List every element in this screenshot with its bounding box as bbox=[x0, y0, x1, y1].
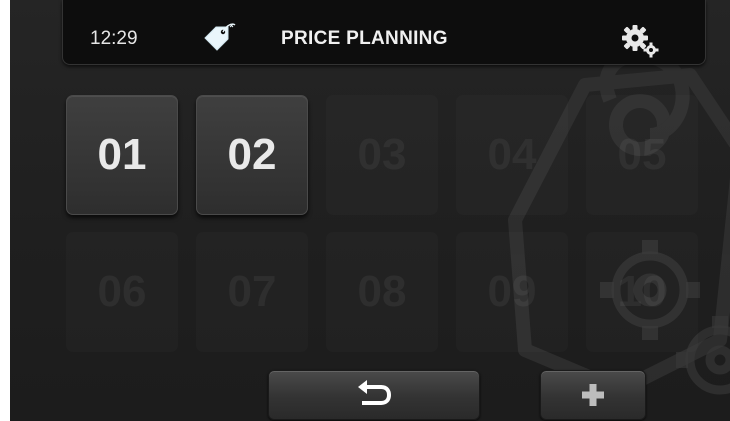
page-title: PRICE PLANNING bbox=[281, 28, 448, 49]
slot-05-button: 05 bbox=[617, 130, 667, 179]
slot-02-button[interactable]: 02 bbox=[196, 95, 308, 215]
slot-10-button: 10 bbox=[617, 267, 667, 316]
price-tag-icon bbox=[204, 23, 236, 51]
slot-07-button: 07 bbox=[227, 267, 277, 316]
back-arrow-icon bbox=[358, 380, 392, 405]
header-bar: 12:29 PRICE PLANNING bbox=[62, 0, 706, 65]
add-button[interactable] bbox=[540, 370, 646, 420]
back-button[interactable] bbox=[268, 370, 480, 420]
plus-icon bbox=[582, 384, 604, 406]
slot-08-button: 08 bbox=[357, 267, 407, 316]
slot-03-button: 03 bbox=[357, 130, 407, 179]
screen: 12:29 PRICE PLANNING 01 02 03 04 05 06 0… bbox=[10, 0, 730, 421]
slot-01-button[interactable]: 01 bbox=[66, 95, 178, 215]
clock: 12:29 bbox=[90, 28, 138, 49]
slot-04-button: 04 bbox=[487, 130, 537, 179]
slot-06-button: 06 bbox=[97, 267, 147, 316]
slot-09-button: 09 bbox=[487, 267, 537, 316]
settings-gears-icon[interactable] bbox=[621, 24, 661, 58]
